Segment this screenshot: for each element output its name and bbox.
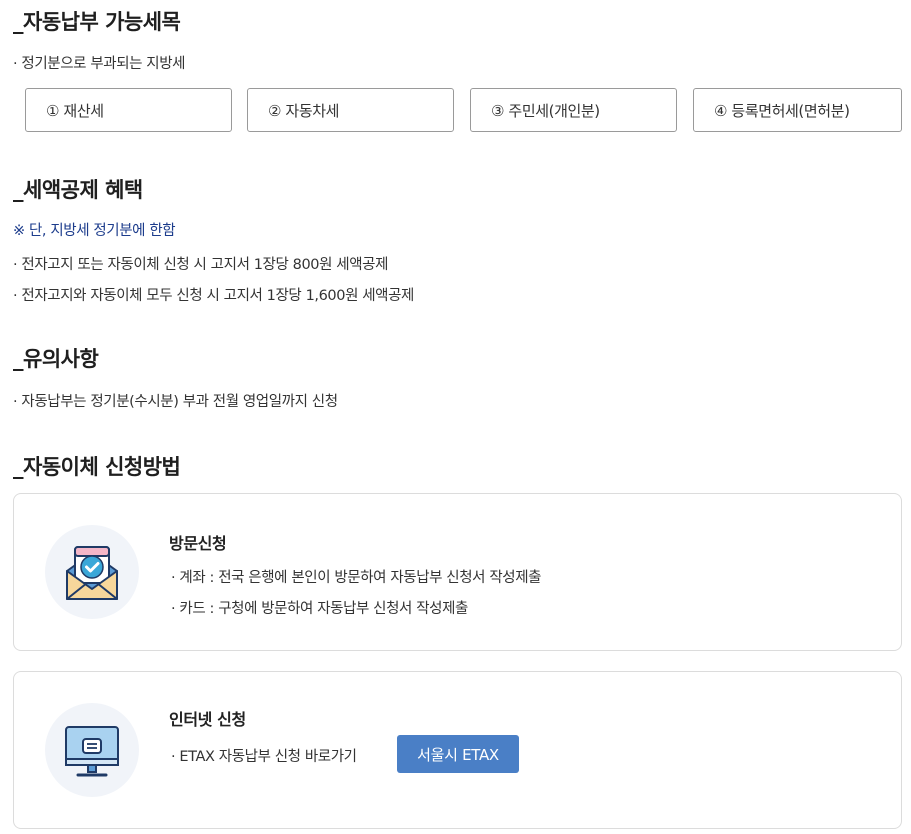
internet-line: · ETAX 자동납부 신청 바로가기 — [171, 749, 357, 765]
benefit-line: · 전자고지와 자동이체 모두 신청 시 고지서 1장당 1,600원 세액공제 — [13, 288, 414, 304]
benefit-line: · 전자고지 또는 자동이체 신청 시 고지서 1장당 800원 세액공제 — [13, 257, 389, 273]
seoul-etax-button[interactable]: 서울시 ETAX — [397, 735, 519, 773]
monitor-icon — [45, 703, 139, 797]
visit-line-card: · 카드 : 구청에 방문하여 자동납부 신청서 작성제출 — [171, 601, 468, 617]
visit-application-card: 방문신청 · 계좌 : 전국 은행에 본인이 방문하여 자동납부 신청서 작성제… — [13, 493, 902, 651]
section-title-benefit: _세액공제 혜택 — [13, 178, 143, 202]
tax-item-resident: ③ 주민세(개인분) — [470, 88, 677, 132]
tax-item-license: ④ 등록면허세(면허분) — [693, 88, 902, 132]
tax-item-vehicle: ② 자동차세 — [247, 88, 454, 132]
caution-line: · 자동납부는 정기분(수시분) 부과 전월 영업일까지 신청 — [13, 394, 338, 410]
benefit-note: ※ 단, 지방세 정기분에 한함 — [13, 223, 176, 239]
items-description: · 정기분으로 부과되는 지방세 — [13, 56, 186, 72]
section-title-method: _자동이체 신청방법 — [13, 455, 181, 479]
tax-item-property: ① 재산세 — [25, 88, 232, 132]
visit-line-account: · 계좌 : 전국 은행에 본인이 방문하여 자동납부 신청서 작성제출 — [171, 570, 542, 586]
section-title-caution: _유의사항 — [13, 347, 99, 371]
internet-application-card: 인터넷 신청 · ETAX 자동납부 신청 바로가기 서울시 ETAX — [13, 671, 902, 829]
envelope-check-icon — [45, 525, 139, 619]
visit-title: 방문신청 — [169, 534, 227, 553]
section-title-items: _자동납부 가능세목 — [13, 10, 181, 34]
internet-title: 인터넷 신청 — [169, 710, 246, 729]
